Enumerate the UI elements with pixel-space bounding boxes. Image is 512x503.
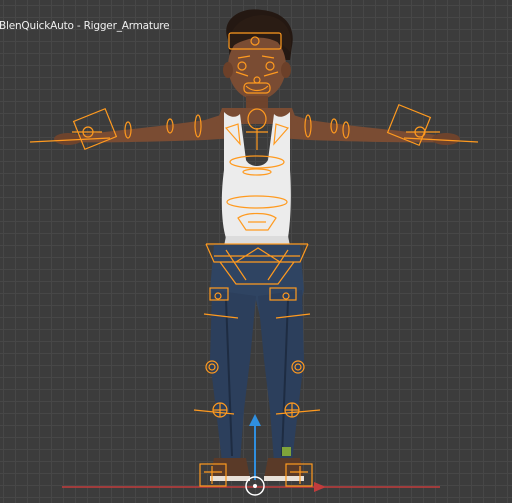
scene-render (29, 9, 479, 496)
y-axis-handle-icon[interactable] (282, 447, 291, 456)
character-model (54, 9, 460, 481)
3d-viewport[interactable]: BlenQuickAuto - Rigger_Armature (0, 0, 512, 503)
